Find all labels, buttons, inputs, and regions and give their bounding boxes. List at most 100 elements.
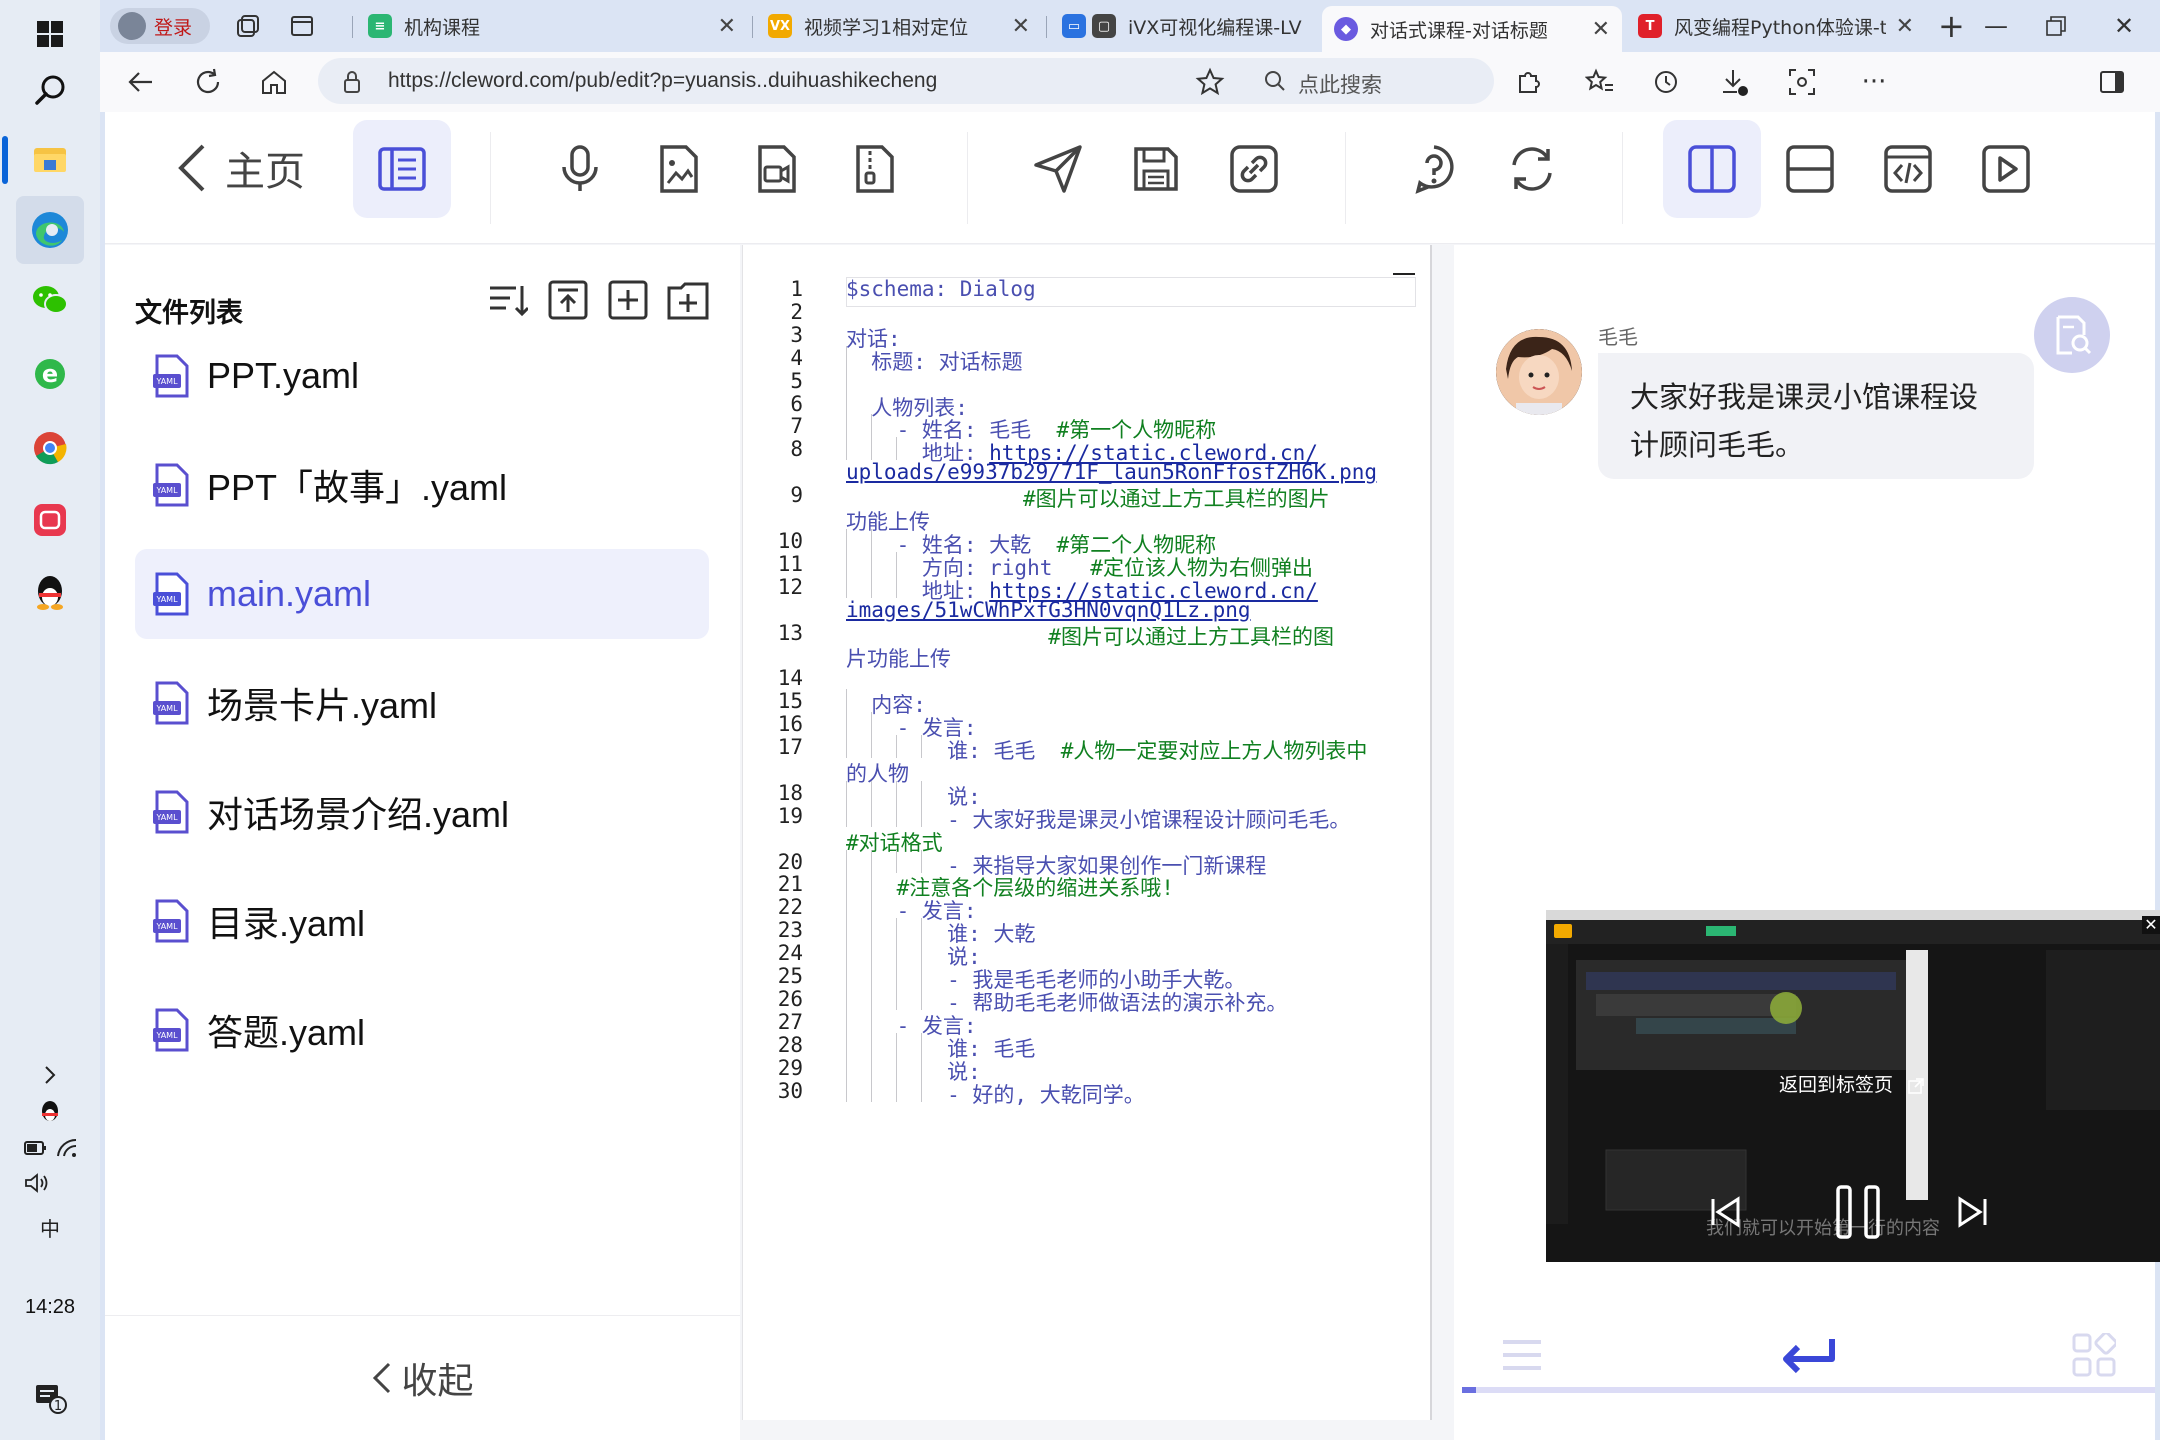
- code-line: 14: [743, 666, 1430, 690]
- indent-guide: [846, 780, 847, 804]
- favorites-button[interactable]: [1578, 60, 1622, 104]
- indent-guide: [896, 780, 897, 804]
- file-item[interactable]: YAML main.yaml: [135, 549, 709, 639]
- taskbar-file-explorer[interactable]: [16, 126, 84, 194]
- taskbar-ie[interactable]: e: [16, 340, 84, 408]
- collapse-button[interactable]: 收起: [105, 1315, 740, 1440]
- audio-record-button[interactable]: [531, 120, 629, 218]
- tab-4[interactable]: T 风变编程Python体验课-t ✕: [1626, 6, 1926, 46]
- taskbar-edge[interactable]: [16, 196, 84, 264]
- extensions-button[interactable]: [1506, 60, 1550, 104]
- code-view-button[interactable]: [1859, 120, 1957, 218]
- tab-close-icon[interactable]: ✕: [1592, 17, 1610, 42]
- tab-title: 对话式课程-对话标题: [1370, 19, 1548, 42]
- plus-icon: +: [1938, 7, 1965, 45]
- tab-2[interactable]: ▭ ▢ iVX可视化编程课-LV: [1050, 6, 1320, 46]
- screenshot-icon: [1789, 69, 1815, 95]
- yaml-code-editor[interactable]: 1 $schema: Dialog 2 3 对话: 4 标题: 对话标题 5 6 人物列表:…: [742, 245, 1432, 1420]
- tab-3-active[interactable]: ◆ 对话式课程-对话标题 ✕: [1322, 6, 1622, 52]
- favorite-star-button[interactable]: [1188, 60, 1232, 104]
- insert-archive-button[interactable]: [825, 120, 923, 218]
- file-list-icon: [378, 147, 426, 191]
- tab-1[interactable]: VX 视频学习1相对定位 ✕: [756, 6, 1042, 46]
- help-button[interactable]: [1385, 120, 1483, 218]
- return-to-tab-label[interactable]: 返回到标签页: [1779, 1070, 1925, 1097]
- downloads-button[interactable]: [1712, 60, 1756, 104]
- inspect-button[interactable]: [2034, 297, 2110, 373]
- lock-icon[interactable]: [342, 70, 362, 94]
- notification-center-icon[interactable]: 1: [18, 1378, 82, 1418]
- taskbar-chrome[interactable]: [16, 414, 84, 482]
- search-box[interactable]: 点此搜索: [1246, 58, 1494, 104]
- close-window-button[interactable]: ✕: [2094, 6, 2154, 46]
- file-item[interactable]: YAML 答题.yaml: [135, 985, 709, 1075]
- indent-guide: [871, 803, 872, 827]
- line-number: 28: [777, 1032, 803, 1057]
- external-link-icon: [1908, 1077, 1924, 1094]
- add-folder-button[interactable]: [665, 277, 711, 323]
- file-item[interactable]: YAML 场景卡片.yaml: [135, 658, 709, 748]
- file-list-title: 文件列表: [135, 298, 243, 329]
- workspaces-button[interactable]: [234, 6, 278, 46]
- video-pause-button[interactable]: [1834, 1185, 1884, 1243]
- insert-image-button[interactable]: [629, 120, 727, 218]
- line-number: 23: [777, 918, 803, 943]
- taskbar-qq[interactable]: [16, 558, 84, 626]
- more-menu-button[interactable]: ···: [1852, 60, 1896, 104]
- layout-split-vertical-button[interactable]: [1663, 120, 1761, 218]
- reload-preview-button[interactable]: [1483, 120, 1581, 218]
- svg-text:e: e: [42, 360, 58, 388]
- file-item[interactable]: YAML PPT「故事」.yaml: [135, 440, 709, 530]
- dialog-menu-button[interactable]: [1492, 1325, 1552, 1385]
- collapse-label: 收起: [401, 1361, 474, 1402]
- insert-video-button[interactable]: [727, 120, 825, 218]
- tab-close-icon[interactable]: ✕: [1896, 14, 1914, 39]
- screenshot-button[interactable]: [1780, 60, 1824, 104]
- file-list-toggle-button[interactable]: [353, 120, 451, 218]
- next-dialog-button[interactable]: [1778, 1325, 1838, 1385]
- edge-browser-icon: [32, 212, 68, 248]
- back-button[interactable]: [118, 60, 162, 104]
- taskbar-app-red[interactable]: [16, 486, 84, 554]
- tray-qq-icon[interactable]: [18, 1096, 82, 1128]
- video-next-button[interactable]: [1956, 1195, 1990, 1233]
- dialog-grid-button[interactable]: [2064, 1325, 2124, 1385]
- history-button[interactable]: [1644, 60, 1688, 104]
- picture-in-picture-video[interactable]: ✕ 返回到标签页 我们就可以开始第一行的内容: [1546, 910, 2160, 1262]
- play-preview-button[interactable]: [1957, 120, 2055, 218]
- tray-expand-chevron-icon[interactable]: [18, 1060, 82, 1090]
- file-name: 答题.yaml: [207, 1012, 366, 1053]
- sidebar-toggle-button[interactable]: [2090, 60, 2134, 104]
- upload-file-button[interactable]: [545, 277, 591, 323]
- profile-login-button[interactable]: 登录: [110, 8, 210, 44]
- home-back-button[interactable]: 主页: [175, 138, 305, 198]
- taskbar-wechat[interactable]: [16, 266, 84, 334]
- ime-indicator[interactable]: 中: [18, 1210, 82, 1244]
- tab-close-icon[interactable]: ✕: [1012, 14, 1030, 39]
- tab-0[interactable]: ≡ 机构课程 ✕: [356, 6, 748, 46]
- video-previous-button[interactable]: [1708, 1195, 1742, 1233]
- file-item[interactable]: YAML 对话场景介绍.yaml: [135, 767, 709, 857]
- publish-button[interactable]: [1009, 120, 1107, 218]
- file-item[interactable]: YAML PPT.yaml: [135, 331, 709, 421]
- add-file-button[interactable]: [605, 277, 651, 323]
- url-text[interactable]: https://cleword.com/pub/edit?p=yuansis..…: [388, 69, 937, 93]
- line-number: 16: [777, 712, 803, 737]
- sort-button[interactable]: [485, 277, 531, 323]
- indent-guide: [871, 1009, 872, 1033]
- save-button[interactable]: [1107, 120, 1205, 218]
- home-button[interactable]: [252, 60, 296, 104]
- taskbar-search-button[interactable]: [16, 56, 84, 124]
- minimize-button[interactable]: —: [1966, 6, 2026, 46]
- taskbar-clock[interactable]: 14:28: [0, 1296, 100, 1319]
- layout-split-horizontal-button[interactable]: [1761, 120, 1859, 218]
- tab-actions-button[interactable]: [288, 6, 332, 46]
- restore-button[interactable]: [2026, 6, 2086, 46]
- file-item[interactable]: YAML 目录.yaml: [135, 876, 709, 966]
- share-link-button[interactable]: [1205, 120, 1303, 218]
- volume-icon[interactable]: [18, 1168, 82, 1198]
- dialog-progress-bar[interactable]: [1462, 1387, 2155, 1393]
- refresh-button[interactable]: [186, 60, 230, 104]
- tab-close-icon[interactable]: ✕: [718, 14, 736, 39]
- tray-battery-network[interactable]: [18, 1132, 82, 1164]
